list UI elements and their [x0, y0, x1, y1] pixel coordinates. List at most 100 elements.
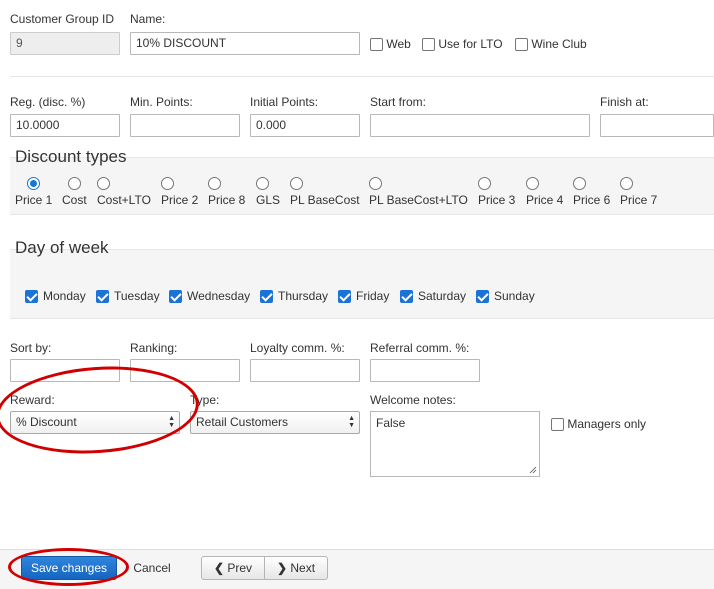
resize-grip-icon[interactable]	[529, 466, 537, 474]
web-label: Web	[386, 37, 411, 51]
name-label: Name:	[130, 12, 166, 26]
finish-at-label: Finish at:	[600, 95, 649, 109]
reg-disc-input[interactable]: 10.0000	[10, 114, 120, 137]
wine-club-checkbox[interactable]	[515, 38, 528, 52]
radio-icon[interactable]	[208, 177, 221, 190]
radio-icon[interactable]	[620, 177, 633, 190]
discount-type-cost-lto[interactable]: Cost+LTO	[97, 177, 151, 207]
day-monday[interactable]: Monday	[25, 289, 86, 304]
loyalty-comm-input[interactable]	[250, 359, 360, 382]
initial-points-label: Initial Points:	[250, 95, 319, 109]
loyalty-comm-label: Loyalty comm. %:	[250, 341, 345, 355]
radio-icon[interactable]	[478, 177, 491, 190]
discount-type-price-4[interactable]: Price 4	[526, 177, 563, 207]
referral-comm-input[interactable]	[370, 359, 480, 382]
radio-icon[interactable]	[573, 177, 586, 190]
use-for-lto-label: Use for LTO	[438, 37, 503, 51]
checkbox-checked-icon[interactable]	[25, 290, 38, 304]
start-from-input[interactable]	[370, 114, 590, 137]
discount-type-price-7[interactable]: Price 7	[620, 177, 657, 207]
ranking-label: Ranking:	[130, 341, 178, 355]
discount-type-gls[interactable]: GLS	[256, 177, 280, 207]
day-label: Wednesday	[187, 289, 251, 303]
checkbox-checked-icon[interactable]	[400, 290, 413, 304]
day-label: Monday	[43, 289, 86, 303]
type-select[interactable]: Retail Customers ▲ ▼	[190, 411, 360, 434]
wine-club-flag[interactable]: Wine Club	[515, 37, 587, 52]
group-id-field: 9	[10, 32, 120, 55]
welcome-notes-label: Welcome notes:	[370, 393, 456, 407]
sort-by-input[interactable]	[10, 359, 120, 382]
use-for-lto-flag[interactable]: Use for LTO	[422, 37, 503, 52]
use-for-lto-checkbox[interactable]	[422, 38, 435, 52]
discount-type-price-8[interactable]: Price 8	[208, 177, 245, 207]
reg-disc-label: Reg. (disc. %)	[10, 95, 86, 109]
sort-by-label: Sort by:	[10, 341, 52, 355]
reward-label: Reward:	[10, 393, 55, 407]
checkbox-checked-icon[interactable]	[260, 290, 273, 304]
radio-icon[interactable]	[67, 177, 81, 190]
wine-club-label: Wine Club	[531, 37, 587, 51]
discount-type-cost[interactable]: Cost	[62, 177, 87, 207]
day-wednesday[interactable]: Wednesday	[169, 289, 251, 304]
prev-button[interactable]: ❮ Prev	[201, 556, 265, 580]
discount-types-legend: Discount types	[15, 147, 127, 166]
next-label: Next	[290, 561, 316, 575]
save-changes-button[interactable]: Save changes	[21, 556, 117, 580]
checkbox-checked-icon[interactable]	[476, 290, 489, 304]
day-friday[interactable]: Friday	[338, 289, 390, 304]
discount-type-price-2[interactable]: Price 2	[161, 177, 198, 207]
chevron-right-icon: ❯	[276, 561, 288, 575]
discount-type-price-1[interactable]: Price 1	[15, 177, 52, 207]
reward-selected-value: % Discount	[16, 415, 77, 429]
radio-icon[interactable]	[27, 177, 41, 190]
day-of-week-legend: Day of week	[15, 238, 109, 257]
finish-at-input[interactable]	[600, 114, 714, 137]
radio-icon[interactable]	[369, 177, 382, 190]
name-input[interactable]: 10% DISCOUNT	[130, 32, 360, 55]
cancel-button[interactable]: Cancel	[124, 556, 180, 580]
welcome-notes-value: False	[376, 416, 406, 430]
select-arrows-icon: ▲ ▼	[168, 415, 175, 429]
reward-select[interactable]: % Discount ▲ ▼	[10, 411, 180, 434]
radio-icon[interactable]	[256, 177, 269, 190]
day-thursday[interactable]: Thursday	[260, 289, 329, 304]
discount-type-pl-basecost-lto[interactable]: PL BaseCost+LTO	[369, 177, 468, 207]
managers-only-flag[interactable]: Managers only	[551, 417, 647, 432]
managers-only-label: Managers only	[567, 417, 647, 431]
radio-icon[interactable]	[526, 177, 539, 190]
managers-only-checkbox[interactable]	[551, 418, 564, 432]
day-tuesday[interactable]: Tuesday	[96, 289, 160, 304]
min-points-input[interactable]	[130, 114, 240, 137]
day-saturday[interactable]: Saturday	[400, 289, 467, 304]
checkbox-checked-icon[interactable]	[96, 290, 109, 304]
day-label: Thursday	[278, 289, 329, 303]
select-arrows-icon: ▲ ▼	[348, 415, 355, 429]
type-selected-value: Retail Customers	[196, 415, 289, 429]
radio-icon[interactable]	[97, 177, 110, 190]
welcome-notes-textarea[interactable]: False	[370, 411, 540, 477]
day-label: Saturday	[418, 289, 467, 303]
checkbox-checked-icon[interactable]	[338, 290, 351, 304]
divider	[10, 76, 714, 77]
min-points-label: Min. Points:	[130, 95, 193, 109]
group-id-label: Customer Group ID	[10, 12, 115, 26]
radio-icon[interactable]	[161, 177, 174, 190]
web-flag[interactable]: Web	[370, 37, 411, 52]
discount-type-price-6[interactable]: Price 6	[573, 177, 610, 207]
chevron-left-icon: ❮	[213, 561, 225, 575]
radio-icon[interactable]	[290, 177, 303, 190]
day-sunday[interactable]: Sunday	[476, 289, 535, 304]
ranking-input[interactable]	[130, 359, 240, 382]
prev-label: Prev	[227, 561, 253, 575]
discount-type-pl-basecost[interactable]: PL BaseCost	[290, 177, 360, 207]
type-label: Type:	[190, 393, 220, 407]
next-button[interactable]: ❯ Next	[264, 556, 328, 580]
start-from-label: Start from:	[370, 95, 427, 109]
discount-type-price-3[interactable]: Price 3	[478, 177, 515, 207]
initial-points-input[interactable]: 0.000	[250, 114, 360, 137]
day-of-week-panel	[10, 249, 714, 319]
web-checkbox[interactable]	[370, 38, 383, 52]
day-label: Friday	[356, 289, 390, 303]
checkbox-checked-icon[interactable]	[169, 290, 182, 304]
